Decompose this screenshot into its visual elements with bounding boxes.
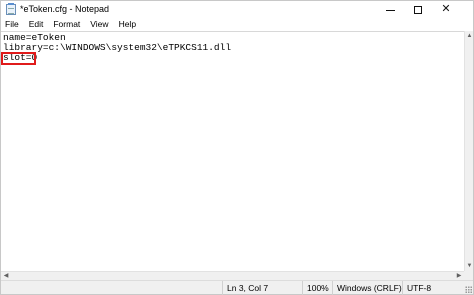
menu-help[interactable]: Help — [114, 18, 141, 31]
scroll-left-icon[interactable]: ◀ — [2, 272, 10, 280]
menu-edit[interactable]: Edit — [24, 18, 49, 31]
maximize-button[interactable] — [404, 1, 432, 18]
zoom-level: 100% — [302, 281, 332, 295]
text-editor[interactable]: name=eToken library=c:\WINDOWS\system32\… — [1, 31, 464, 271]
highlight-box — [1, 52, 36, 65]
close-icon: ✕ — [441, 3, 451, 15]
scroll-up-icon[interactable]: ▲ — [466, 32, 473, 40]
menu-format[interactable]: Format — [48, 18, 85, 31]
menu-view[interactable]: View — [85, 18, 113, 31]
minimize-icon — [385, 9, 395, 11]
notepad-icon — [6, 3, 16, 15]
scroll-down-icon[interactable]: ▼ — [466, 262, 473, 270]
close-button[interactable]: ✕ — [432, 1, 460, 18]
status-bar: Ln 3, Col 7 100% Windows (CRLF) UTF-8 — [1, 280, 473, 295]
window-title: *eToken.cfg - Notepad — [20, 4, 110, 14]
resize-grip-icon[interactable] — [465, 286, 472, 293]
scroll-right-icon[interactable]: ▶ — [455, 272, 463, 280]
editor-line-2[interactable]: library=c:\WINDOWS\system32\eTPKCS11.dll — [3, 43, 231, 53]
menu-file[interactable]: File — [1, 18, 24, 31]
encoding: UTF-8 — [402, 281, 473, 295]
title-bar[interactable]: *eToken.cfg - Notepad ✕ — [1, 1, 473, 18]
notepad-window: *eToken.cfg - Notepad ✕ File Edit Format… — [0, 0, 474, 295]
vertical-scrollbar[interactable]: ▲ ▼ — [464, 31, 473, 271]
line-ending: Windows (CRLF) — [332, 281, 402, 295]
maximize-icon — [414, 5, 422, 14]
scrollbar-corner — [464, 271, 473, 280]
menu-bar: File Edit Format View Help — [1, 18, 473, 31]
cursor-position: Ln 3, Col 7 — [222, 281, 302, 295]
minimize-button[interactable] — [376, 1, 404, 18]
horizontal-scrollbar[interactable]: ◀ ▶ — [1, 271, 464, 280]
